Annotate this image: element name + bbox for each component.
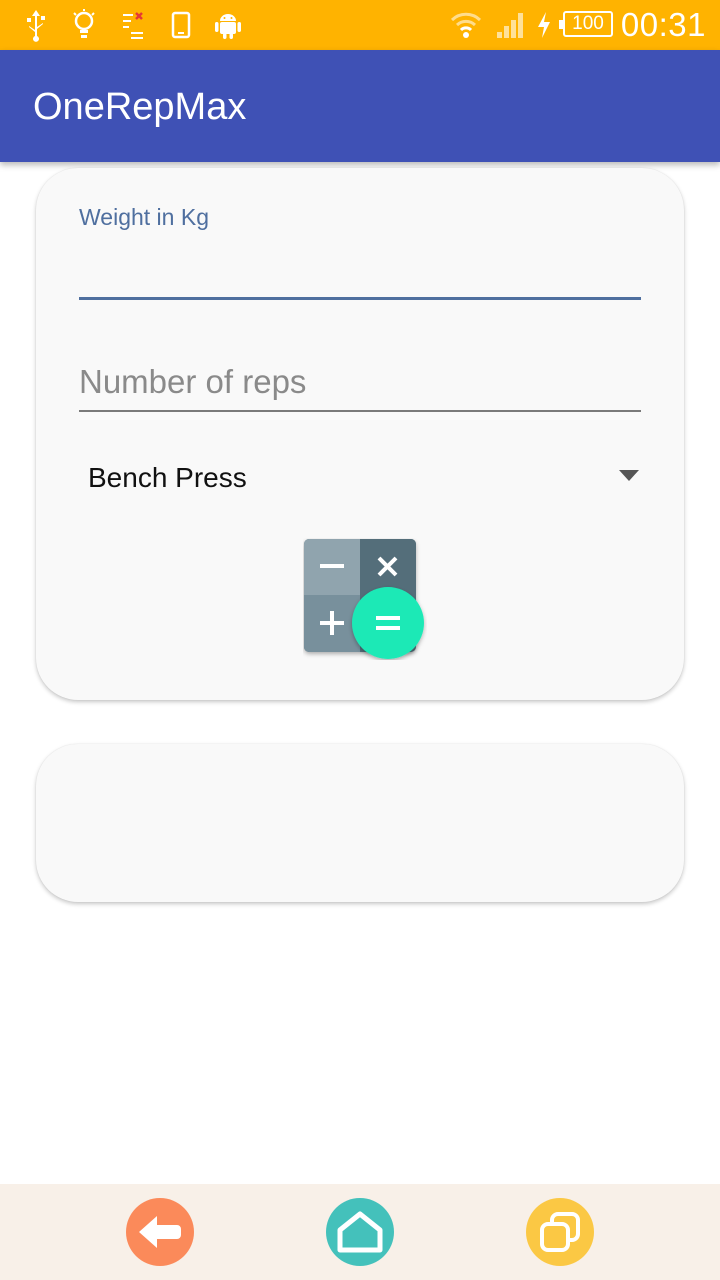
back-button[interactable] <box>126 1198 194 1266</box>
back-icon <box>139 1216 181 1248</box>
android-icon <box>211 8 245 42</box>
calculate-button[interactable] <box>303 538 427 660</box>
charging-icon <box>531 8 557 42</box>
wifi-icon <box>449 8 483 42</box>
recent-apps-icon <box>540 1212 580 1252</box>
battery-icon: 100 <box>559 11 613 37</box>
home-button[interactable] <box>326 1198 394 1266</box>
app-bar: OneRepMax <box>0 50 720 162</box>
reps-field-underline <box>79 410 641 412</box>
battery-level: 100 <box>572 13 604 34</box>
clock: 00:31 <box>620 6 706 43</box>
weight-field[interactable] <box>79 238 641 300</box>
signal-icon <box>494 8 528 42</box>
usb-icon <box>19 8 53 42</box>
app-title: OneRepMax <box>33 86 247 128</box>
status-bar: 100 00:31 <box>0 0 720 50</box>
exercise-spinner[interactable]: Bench Press <box>79 448 641 508</box>
calculator-icon <box>304 539 424 659</box>
lightbulb-icon <box>67 8 101 42</box>
recent-apps-button[interactable] <box>526 1198 594 1266</box>
phone-icon <box>164 8 198 42</box>
result-card <box>36 744 684 902</box>
reps-field[interactable]: Number of reps <box>79 363 306 401</box>
notification-list-icon <box>116 8 150 42</box>
input-card: Weight in Kg Number of reps Bench Press <box>36 168 684 700</box>
weight-field-underline <box>79 297 641 300</box>
navigation-bar <box>0 1184 720 1280</box>
chevron-down-icon <box>619 470 639 481</box>
weight-label: Weight in Kg <box>79 204 209 230</box>
exercise-selected: Bench Press <box>88 462 247 493</box>
home-icon <box>337 1211 383 1253</box>
